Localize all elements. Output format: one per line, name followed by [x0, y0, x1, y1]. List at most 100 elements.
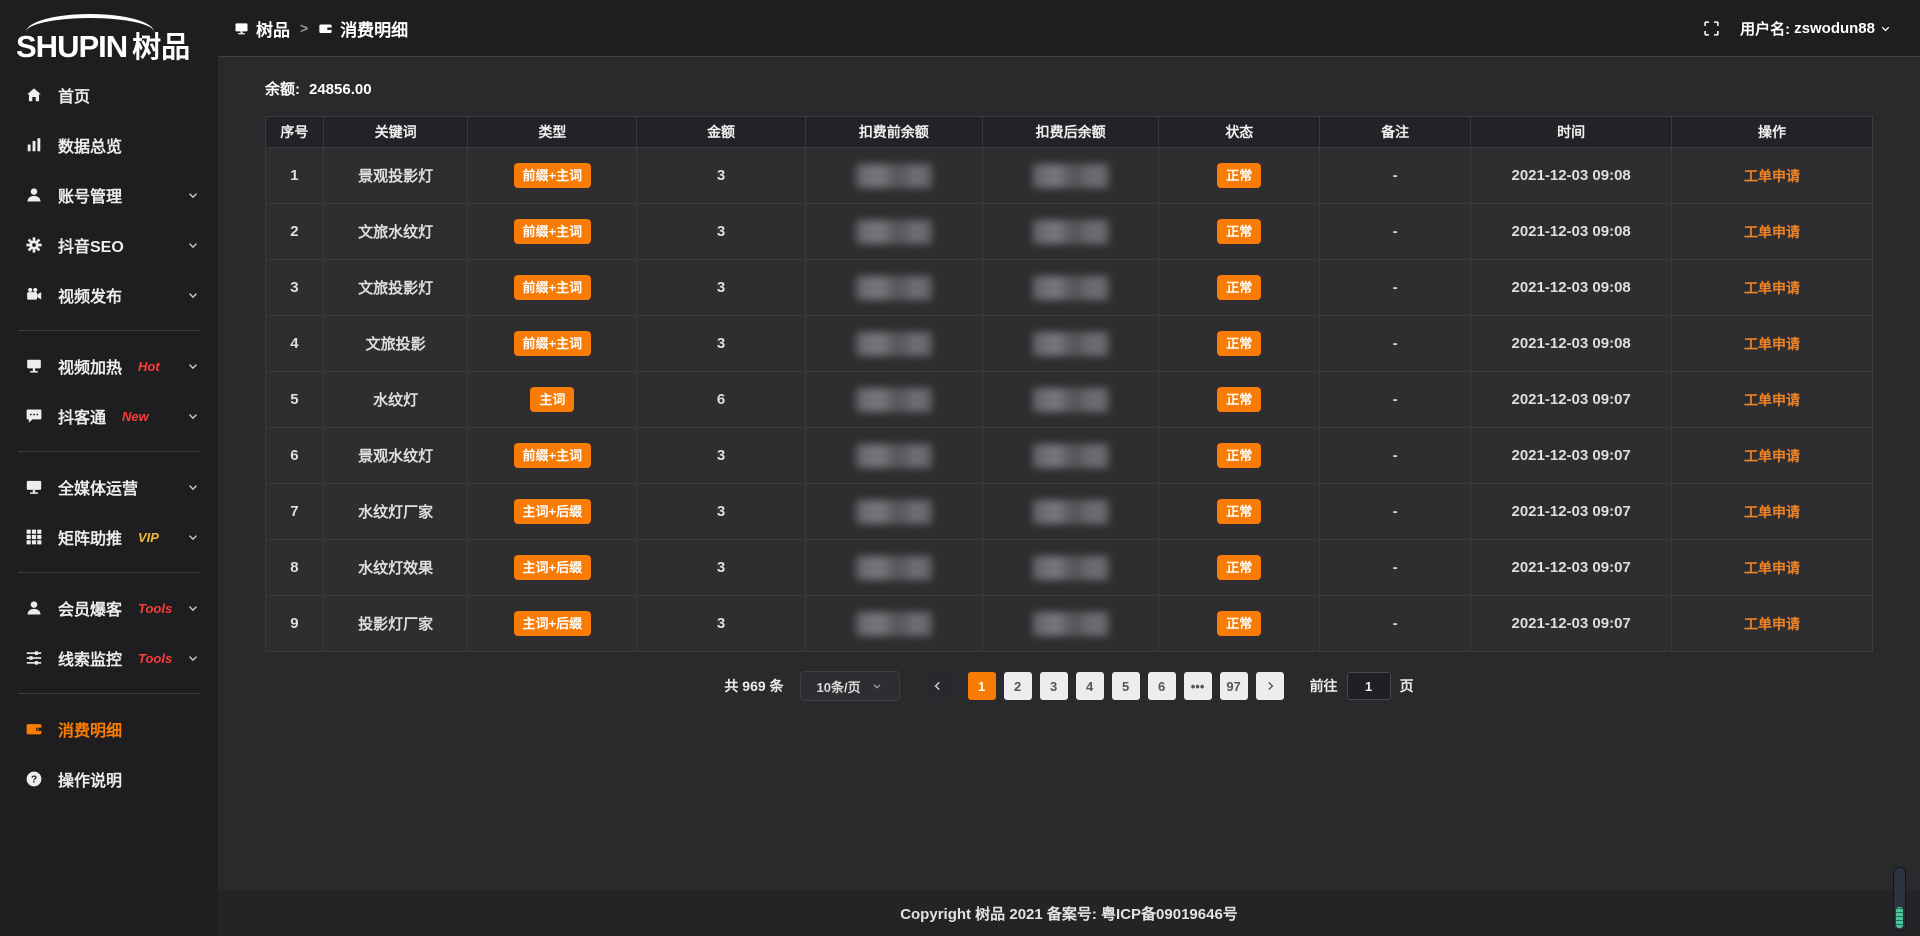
page-more-button[interactable]: ••• — [1184, 672, 1212, 700]
logo-arc — [26, 14, 154, 32]
sidebar-item-omnimedia-operation[interactable]: 全媒体运营 — [0, 462, 218, 512]
page-button-2[interactable]: 2 — [1004, 672, 1032, 700]
bar-chart-icon — [24, 135, 44, 155]
next-page-button[interactable] — [1256, 672, 1284, 700]
cell-time: 2021-12-03 09:07 — [1471, 596, 1672, 652]
cell-status: 正常 — [1159, 148, 1320, 204]
sidebar-item-account-management[interactable]: 账号管理 — [0, 170, 218, 220]
sidebar-item-consumption-details[interactable]: 消费明细 — [0, 704, 218, 754]
type-badge: 前缀+主词 — [514, 219, 592, 244]
sidebar-menu: 首页 数据总览 账号管理 — [0, 70, 218, 804]
content: 余额:24856.00 序号 关键词 类型 金额 扣费前余额 扣费后余额 状态 — [218, 57, 1920, 890]
type-badge: 主词 — [530, 387, 574, 412]
blurred-value — [1033, 612, 1109, 636]
grid-icon — [24, 527, 44, 547]
page-button-5[interactable]: 5 — [1112, 672, 1140, 700]
user-icon — [24, 598, 44, 618]
fullscreen-icon[interactable] — [1703, 20, 1720, 37]
blurred-value — [856, 164, 932, 188]
ticket-apply-link[interactable]: 工单申请 — [1744, 336, 1800, 352]
chevron-down-icon — [186, 288, 200, 302]
hot-badge: Hot — [138, 359, 160, 374]
column-header: 状态 — [1159, 117, 1320, 148]
blurred-value — [856, 500, 932, 524]
ticket-apply-link[interactable]: 工单申请 — [1744, 224, 1800, 240]
sidebar-item-instructions[interactable]: ? 操作说明 — [0, 754, 218, 804]
menu-divider — [18, 572, 200, 573]
sidebar-item-doketong[interactable]: 抖客通 New — [0, 391, 218, 441]
app-window: SHUPIN树品 首页 数据总览 账号管理 — [0, 0, 1920, 936]
page-button-4[interactable]: 4 — [1076, 672, 1104, 700]
ticket-apply-link[interactable]: 工单申请 — [1744, 560, 1800, 576]
page-button-1[interactable]: 1 — [968, 672, 996, 700]
breadcrumb-item-home[interactable]: 树品 — [234, 16, 290, 41]
cell-action: 工单申请 — [1672, 428, 1873, 484]
chat-bubble-icon — [24, 406, 44, 426]
cell-index: 1 — [266, 148, 324, 204]
page-size-select[interactable]: 10条/页 — [800, 671, 900, 701]
vip-badge: VIP — [138, 530, 159, 545]
username-dropdown[interactable]: 用户名: zswodun88 — [1740, 18, 1892, 39]
column-header: 扣费后余额 — [982, 117, 1159, 148]
sidebar-item-video-publish[interactable]: 视频发布 — [0, 270, 218, 320]
cell-keyword: 水纹灯 — [323, 372, 468, 428]
table-row: 5 水纹灯 主词 6 正常 - 2021-12-03 09:07 工单申请 — [266, 372, 1873, 428]
breadcrumb-item-current[interactable]: 消费明细 — [318, 16, 408, 41]
page-button-97[interactable]: 97 — [1220, 672, 1248, 700]
sidebar-item-douyin-seo[interactable]: 抖音SEO — [0, 220, 218, 270]
ticket-apply-link[interactable]: 工单申请 — [1744, 392, 1800, 408]
goto-unit-label: 页 — [1400, 676, 1414, 696]
chevron-down-icon — [186, 359, 200, 373]
cell-keyword: 水纹灯效果 — [323, 540, 468, 596]
ticket-apply-link[interactable]: 工单申请 — [1744, 504, 1800, 520]
blurred-value — [1033, 500, 1109, 524]
cell-keyword: 景观水纹灯 — [323, 428, 468, 484]
sidebar-item-lead-monitoring[interactable]: 线索监控 Tools — [0, 633, 218, 683]
consumption-table: 序号 关键词 类型 金额 扣费前余额 扣费后余额 状态 备注 时间 操作 1 — [265, 116, 1873, 652]
menu-divider — [18, 451, 200, 452]
username-label: 用户名: — [1740, 18, 1790, 39]
scrollbar-widget[interactable] — [1893, 867, 1906, 931]
cell-index: 8 — [266, 540, 324, 596]
cell-balance-before — [805, 148, 982, 204]
chevron-down-icon — [186, 409, 200, 423]
ticket-apply-link[interactable]: 工单申请 — [1744, 168, 1800, 184]
cell-keyword: 文旅投影灯 — [323, 260, 468, 316]
page-button-6[interactable]: 6 — [1148, 672, 1176, 700]
blurred-value — [856, 556, 932, 580]
cell-type: 前缀+主词 — [468, 316, 637, 372]
sidebar-item-label: 数据总览 — [58, 133, 122, 157]
cell-action: 工单申请 — [1672, 540, 1873, 596]
cell-index: 6 — [266, 428, 324, 484]
cell-keyword: 水纹灯厂家 — [323, 484, 468, 540]
sidebar-item-member-baoke[interactable]: 会员爆客 Tools — [0, 583, 218, 633]
cell-action: 工单申请 — [1672, 596, 1873, 652]
breadcrumb: 树品 > 消费明细 — [234, 16, 408, 41]
ticket-apply-link[interactable]: 工单申请 — [1744, 280, 1800, 296]
table-header-row: 序号 关键词 类型 金额 扣费前余额 扣费后余额 状态 备注 时间 操作 — [266, 117, 1873, 148]
sidebar-item-home[interactable]: 首页 — [0, 70, 218, 120]
ticket-apply-link[interactable]: 工单申请 — [1744, 448, 1800, 464]
cell-remark: - — [1320, 540, 1471, 596]
chevron-down-icon — [186, 530, 200, 544]
cell-action: 工单申请 — [1672, 204, 1873, 260]
goto-page-input[interactable] — [1347, 672, 1391, 700]
sidebar-item-matrix-boost[interactable]: 矩阵助推 VIP — [0, 512, 218, 562]
page-button-3[interactable]: 3 — [1040, 672, 1068, 700]
cell-remark: - — [1320, 316, 1471, 372]
ticket-apply-link[interactable]: 工单申请 — [1744, 616, 1800, 632]
sidebar-item-data-overview[interactable]: 数据总览 — [0, 120, 218, 170]
cell-amount: 3 — [637, 540, 806, 596]
cell-action: 工单申请 — [1672, 316, 1873, 372]
column-header: 序号 — [266, 117, 324, 148]
cell-type: 主词+后缀 — [468, 596, 637, 652]
blurred-value — [1033, 556, 1109, 580]
goto-page: 前往 页 — [1310, 672, 1414, 700]
prev-page-button[interactable] — [924, 672, 952, 700]
sidebar: SHUPIN树品 首页 数据总览 账号管理 — [0, 0, 218, 936]
tools-badge: Tools — [138, 651, 172, 666]
blurred-value — [856, 276, 932, 300]
sidebar-item-video-heating[interactable]: 视频加热 Hot — [0, 341, 218, 391]
chevron-down-icon — [1879, 22, 1892, 35]
monitor-icon — [24, 477, 44, 497]
